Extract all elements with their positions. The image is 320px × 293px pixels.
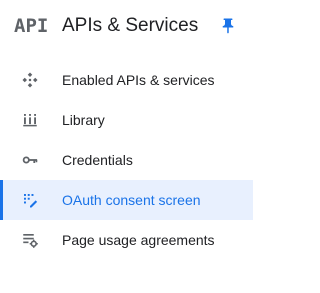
page-usage-settings-icon (23, 234, 38, 248)
sidebar-item-label: Library (62, 112, 105, 128)
key-icon (22, 156, 38, 164)
sidebar-item-label: Credentials (62, 152, 133, 168)
sidebar-item-label: OAuth consent screen (62, 192, 201, 208)
sidebar-nav: Enabled APIs & services Library Credenti… (0, 60, 253, 260)
api-logo: API (14, 15, 49, 37)
page-title: APIs & Services (62, 15, 199, 36)
oauth-consent-icon (24, 194, 38, 208)
panel-header: API APIs & Services (0, 0, 253, 56)
sidebar-item-page-usage-agreements[interactable]: Page usage agreements (0, 220, 253, 260)
sidebar-item-label: Enabled APIs & services (62, 72, 215, 88)
sidebar-item-enabled-apis[interactable]: Enabled APIs & services (0, 60, 253, 100)
pin-icon[interactable] (219, 17, 237, 35)
sidebar-item-label: Page usage agreements (62, 232, 215, 248)
sidebar-item-oauth-consent[interactable]: OAuth consent screen (0, 180, 253, 220)
sidebar-item-credentials[interactable]: Credentials (0, 140, 253, 180)
sidebar-item-library[interactable]: Library (0, 100, 253, 140)
enabled-apis-icon (22, 72, 38, 88)
apis-services-panel: API APIs & Services Enabled APIs & servi… (0, 0, 253, 293)
library-icon (23, 114, 37, 127)
